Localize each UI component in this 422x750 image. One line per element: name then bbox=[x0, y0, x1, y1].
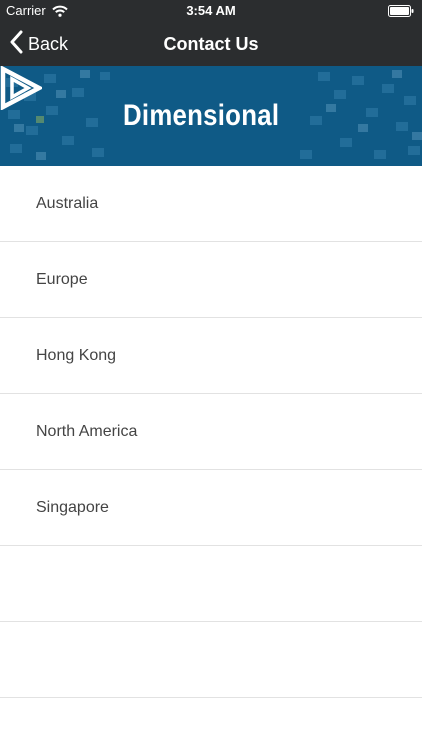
page-title: Contact Us bbox=[163, 34, 259, 54]
list-item-hong-kong[interactable]: Hong Kong bbox=[0, 318, 422, 394]
navigation-bar: Back Contact Us bbox=[0, 22, 422, 66]
list-item-empty bbox=[0, 622, 422, 698]
list-item-label: Singapore bbox=[36, 498, 109, 516]
brand-name: Dimensional bbox=[123, 99, 280, 132]
list-item-australia[interactable]: Australia bbox=[0, 166, 422, 242]
list-item-label: Hong Kong bbox=[36, 346, 117, 364]
region-list: Australia Europe Hong Kong North America… bbox=[0, 166, 422, 698]
list-item-singapore[interactable]: Singapore bbox=[0, 470, 422, 546]
list-item-label: North America bbox=[36, 422, 138, 440]
list-item-empty bbox=[0, 546, 422, 622]
brand-banner: Dimensional bbox=[0, 66, 422, 166]
list-item-europe[interactable]: Europe bbox=[0, 242, 422, 318]
brand-logo: Dimensional bbox=[0, 66, 422, 166]
list-item-label: Europe bbox=[36, 270, 88, 288]
status-time: 3:54 AM bbox=[186, 3, 236, 18]
list-item-north-america[interactable]: North America bbox=[0, 394, 422, 470]
battery-icon bbox=[388, 5, 414, 20]
list-item-label: Australia bbox=[36, 194, 99, 212]
status-bar: Carrier 3:54 AM bbox=[0, 0, 422, 22]
